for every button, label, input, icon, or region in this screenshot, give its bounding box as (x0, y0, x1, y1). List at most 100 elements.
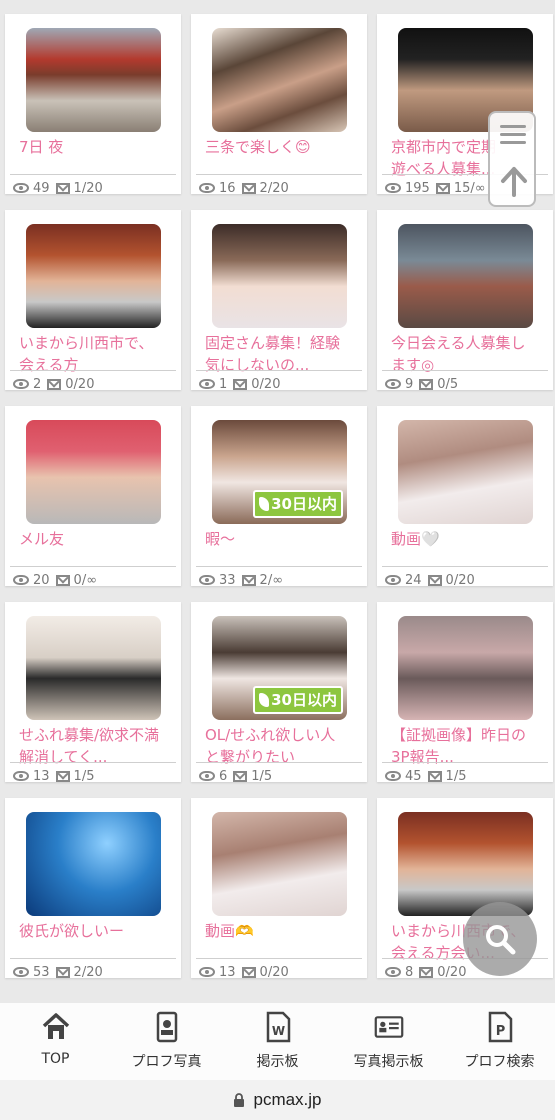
view-count: 9 (405, 376, 414, 392)
nav-board-label: 掲示板 (256, 1054, 299, 1070)
nav-profile-photos-label: プロフ写真 (131, 1054, 202, 1070)
mail-count: 1/5 (251, 768, 273, 784)
post-thumbnail[interactable]: 30日以内 (212, 420, 347, 524)
post-thumbnail[interactable] (26, 420, 161, 524)
mail-count: 0/20 (251, 376, 281, 392)
post-thumbnail[interactable] (212, 28, 347, 132)
post-title[interactable]: メル友 (19, 528, 175, 550)
post-card[interactable]: 30日以内 OL/せふれ欲しい人 と繋がりたい 6 1/5 (191, 602, 367, 784)
mail-icon (233, 770, 248, 782)
post-thumbnail[interactable] (398, 616, 533, 720)
post-title[interactable]: 彼氏が欲しいー (19, 920, 175, 942)
post-thumbnail[interactable] (212, 812, 347, 916)
mail-icon (427, 574, 442, 586)
beginner-leaf-icon (259, 693, 270, 707)
bottom-nav: TOP プロフ写真 W 掲示板 写真掲示板 P プロフ検索 (0, 1003, 555, 1080)
url-text: pcmax.jp (253, 1090, 322, 1109)
post-stats: 2 0/20 (10, 370, 176, 397)
post-stats: 53 2/20 (10, 958, 176, 985)
new-member-badge: 30日以内 (253, 490, 343, 518)
mail-count: 2/20 (259, 180, 289, 196)
mail-icon (419, 378, 434, 390)
hamburger-icon[interactable] (500, 125, 526, 149)
eye-icon (13, 575, 29, 585)
post-thumbnail[interactable] (26, 616, 161, 720)
mail-icon (427, 770, 442, 782)
post-card[interactable]: いまから川西市で、 会える方 2 0/20 (5, 210, 181, 392)
view-count: 6 (219, 768, 228, 784)
mail-icon (241, 182, 256, 194)
search-button[interactable] (463, 902, 537, 976)
post-thumbnail[interactable] (26, 812, 161, 916)
post-thumbnail[interactable] (398, 420, 533, 524)
lock-icon (234, 1093, 245, 1107)
nav-board[interactable]: W 掲示板 (222, 1003, 333, 1080)
eye-icon (199, 575, 215, 585)
arrow-up-icon[interactable] (499, 165, 529, 197)
svg-text:P: P (495, 1024, 505, 1039)
mail-count: 0/20 (437, 964, 467, 980)
nav-top[interactable]: TOP (0, 1003, 111, 1080)
eye-icon (199, 967, 215, 977)
eye-icon (385, 183, 401, 193)
view-count: 195 (405, 180, 430, 196)
board-icon: W (266, 1011, 290, 1043)
mail-icon (55, 574, 70, 586)
mail-icon (241, 574, 256, 586)
post-title[interactable]: 動画🫶 (205, 920, 361, 942)
mail-icon (241, 966, 256, 978)
mail-count: 2/20 (73, 964, 103, 980)
post-card[interactable]: 三条で楽しく😊 16 2/20 (191, 14, 367, 196)
post-title[interactable]: 動画🤍 (391, 528, 547, 550)
post-thumbnail[interactable] (398, 812, 533, 916)
post-thumbnail[interactable] (26, 224, 161, 328)
mail-icon (55, 182, 70, 194)
mail-count: 1/5 (73, 768, 95, 784)
beginner-leaf-icon (259, 497, 270, 511)
post-stats: 16 2/20 (196, 174, 362, 201)
post-title[interactable]: 三条で楽しく😊 (205, 136, 361, 158)
post-card[interactable]: 動画🤍 24 0/20 (377, 406, 553, 588)
post-title[interactable]: 7日 夜 (19, 136, 175, 158)
view-count: 13 (33, 768, 50, 784)
eye-icon (385, 379, 401, 389)
view-count: 24 (405, 572, 422, 588)
scroll-helper-panel (488, 111, 536, 207)
post-card[interactable]: 固定さん募集！経験 気にしないの... 1 0/20 (191, 210, 367, 392)
post-stats: 45 1/5 (382, 762, 548, 789)
post-card[interactable]: 今日会える人募集し ます◎ 9 0/5 (377, 210, 553, 392)
eye-icon (385, 575, 401, 585)
eye-icon (13, 967, 29, 977)
post-card[interactable]: 30日以内 暇〜 33 2/∞ (191, 406, 367, 588)
post-thumbnail[interactable] (398, 224, 533, 328)
search-icon (486, 925, 516, 955)
nav-photo-board[interactable]: 写真掲示板 (333, 1003, 444, 1080)
eye-icon (199, 183, 215, 193)
post-card[interactable]: 7日 夜 49 1/20 (5, 14, 181, 196)
svg-text:W: W (271, 1024, 284, 1038)
eye-icon (385, 967, 401, 977)
browser-url-bar[interactable]: pcmax.jp (0, 1080, 555, 1120)
view-count: 8 (405, 964, 414, 980)
nav-profile-search[interactable]: P プロフ検索 (444, 1003, 555, 1080)
post-stats: 1 0/20 (196, 370, 362, 397)
post-card[interactable]: メル友 20 0/∞ (5, 406, 181, 588)
post-thumbnail[interactable]: 30日以内 (212, 616, 347, 720)
mail-count: 1/20 (73, 180, 103, 196)
new-member-badge: 30日以内 (253, 686, 343, 714)
post-card[interactable]: 動画🫶 13 0/20 (191, 798, 367, 980)
mail-count: 2/∞ (259, 572, 284, 588)
view-count: 13 (219, 964, 236, 980)
mail-icon (233, 378, 248, 390)
post-thumbnail[interactable] (212, 224, 347, 328)
post-card[interactable]: せふれ募集/欲求不満 解消してく... 13 1/5 (5, 602, 181, 784)
post-card[interactable]: 【証拠画像】昨日の 3P報告... 45 1/5 (377, 602, 553, 784)
post-thumbnail[interactable] (26, 28, 161, 132)
mail-icon (55, 770, 70, 782)
post-title[interactable]: 暇〜 (205, 528, 361, 550)
post-stats: 9 0/5 (382, 370, 548, 397)
post-grid: 7日 夜 49 1/20 三条で楽しく😊 16 2/20 京都市内で定期 遊べる… (0, 14, 555, 980)
post-card[interactable]: 彼氏が欲しいー 53 2/20 (5, 798, 181, 980)
nav-profile-photos[interactable]: プロフ写真 (111, 1003, 222, 1080)
view-count: 45 (405, 768, 422, 784)
